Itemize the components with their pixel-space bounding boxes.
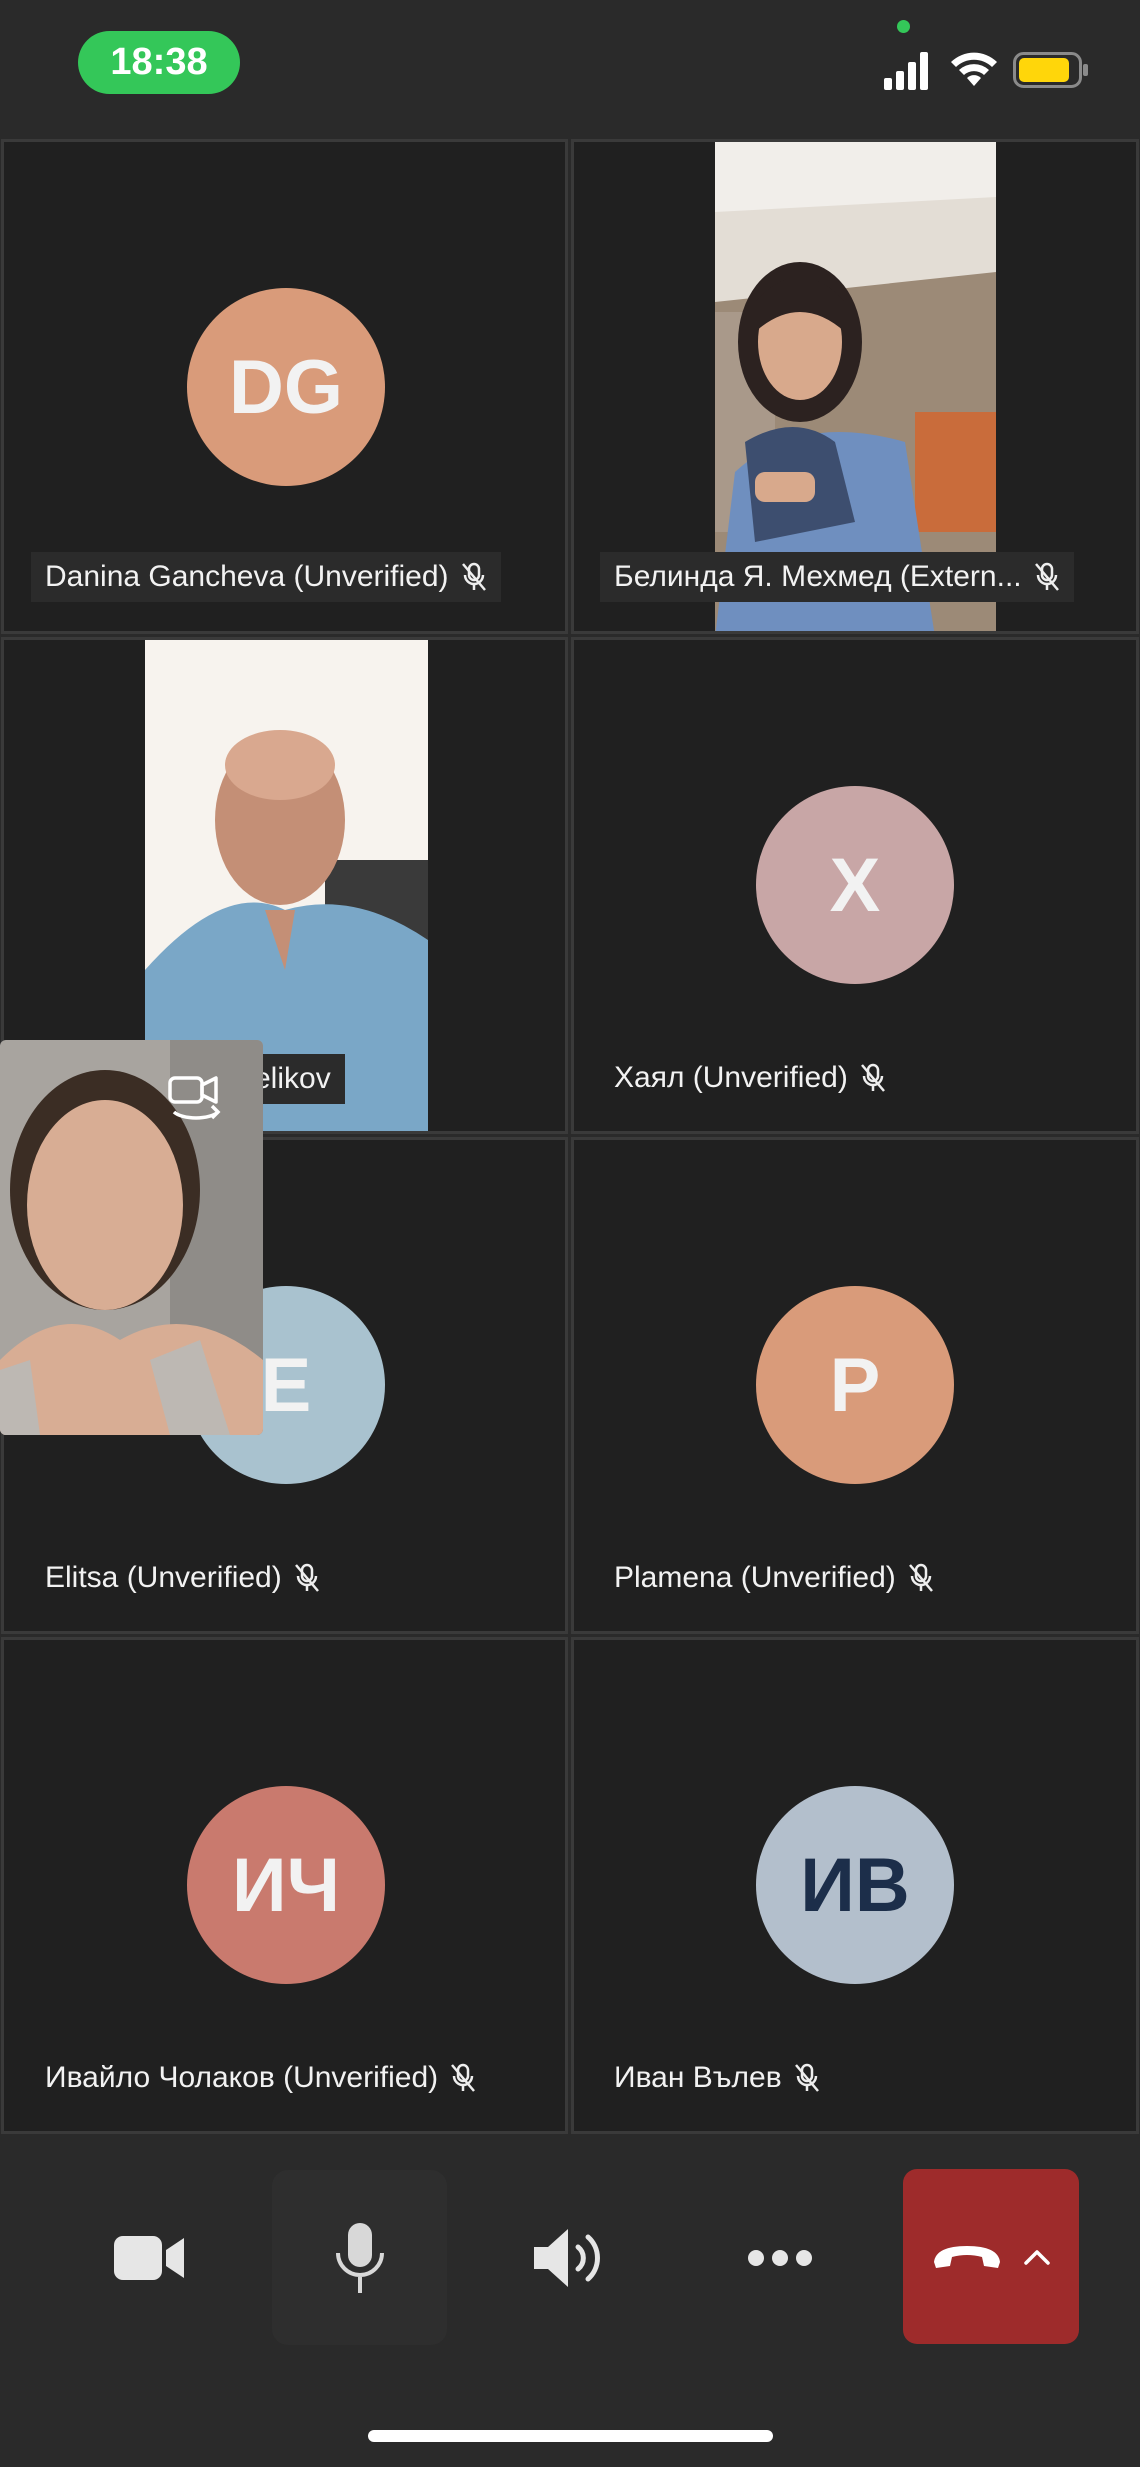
camera-in-use-dot [897, 20, 910, 33]
participant-name-label: Иван Вълев [600, 2053, 834, 2103]
speaker-button[interactable] [482, 2170, 657, 2345]
avatar: ИВ [756, 1786, 954, 1984]
participant-name-label: Elitsa (Unverified) [31, 1553, 334, 1603]
participant-name: Хаял (Unverified) [614, 1061, 848, 1094]
avatar: Х [756, 786, 954, 984]
participant-name: Белинда Я. Мехмед (Extern... [614, 560, 1022, 593]
participant-tile[interactable]: Х Хаял (Unverified) [571, 637, 1139, 1134]
participant-tile[interactable]: ИВ Иван Вълев [571, 1637, 1139, 2134]
speaker-icon [533, 2228, 600, 2287]
participant-name: Danina Gancheva (Unverified) [45, 560, 449, 593]
camera-icon [113, 2235, 184, 2280]
signal-icon [884, 52, 928, 90]
avatar: ИЧ [187, 1786, 385, 1984]
self-view[interactable] [0, 1040, 263, 1435]
mic-muted-icon [451, 2063, 476, 2092]
home-indicator[interactable] [368, 2430, 773, 2442]
participant-name: Ивайло Чолаков (Unverified) [45, 2061, 439, 2094]
mic-muted-icon [1034, 562, 1059, 591]
more-icon [747, 2249, 812, 2266]
participant-tile[interactable]: Белинда Я. Мехмед (Extern... [571, 139, 1139, 634]
mic-muted-icon [794, 2063, 819, 2092]
microphone-icon [335, 2222, 384, 2293]
participant-name: elikov [254, 1062, 331, 1095]
status-time[interactable]: 18:38 [78, 31, 240, 94]
participant-name-label: Белинда Я. Мехмед (Extern... [600, 552, 1074, 602]
participant-name: Plamena (Unverified) [614, 1561, 896, 1594]
mic-muted-icon [908, 1563, 933, 1592]
chevron-up-icon[interactable] [1024, 2249, 1050, 2265]
hang-up-button[interactable] [903, 2169, 1079, 2344]
battery-icon [1013, 52, 1088, 88]
hang-up-icon [934, 2245, 1000, 2268]
participant-tile[interactable]: ИЧ Ивайло Чолаков (Unverified) [1, 1637, 568, 2134]
more-options-button[interactable] [692, 2170, 867, 2345]
wifi-icon [951, 52, 997, 86]
participant-tile[interactable]: DG Danina Gancheva (Unverified) [1, 139, 568, 634]
status-bar: 18:38 [0, 0, 1140, 138]
participant-name-label: Danina Gancheva (Unverified) [31, 552, 501, 602]
mic-muted-icon [294, 1563, 319, 1592]
mic-muted-icon [461, 562, 486, 591]
avatar: DG [187, 288, 385, 486]
avatar: P [756, 1286, 954, 1484]
participant-name-label: Plamena (Unverified) [600, 1553, 948, 1603]
microphone-button[interactable] [272, 2170, 447, 2345]
participant-name-label: Ивайло Чолаков (Unverified) [31, 2053, 490, 2103]
mic-muted-icon [860, 1063, 885, 1092]
participant-tile[interactable]: P Plamena (Unverified) [571, 1137, 1139, 1634]
camera-button[interactable] [62, 2170, 237, 2345]
participant-name-label: Хаял (Unverified) [600, 1053, 900, 1103]
switch-camera-icon[interactable] [166, 1070, 226, 1126]
participant-name: Elitsa (Unverified) [45, 1561, 282, 1594]
participant-name: Иван Вълев [614, 2061, 782, 2094]
